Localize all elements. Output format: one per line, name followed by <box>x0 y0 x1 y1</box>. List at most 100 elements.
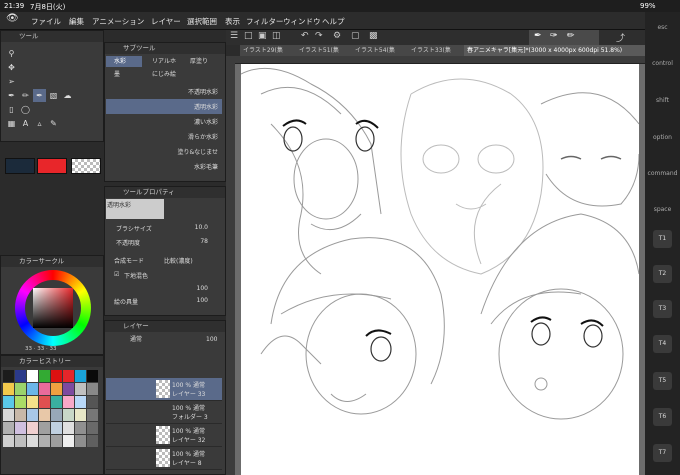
layer-row[interactable]: 100 % 通常 レイヤー 33 <box>106 378 222 401</box>
history-color-swatch[interactable] <box>27 409 38 421</box>
new-file-icon[interactable]: □ <box>244 31 253 41</box>
menu-layer[interactable]: レイヤー <box>151 16 181 27</box>
ruler-icon[interactable]: ✎ <box>47 117 60 130</box>
transform-icon[interactable]: ▢ <box>351 31 360 41</box>
key-command[interactable]: command <box>645 170 680 177</box>
history-color-swatch[interactable] <box>15 370 26 382</box>
subtool-tab-bleed[interactable]: にじみ絵 <box>144 69 190 80</box>
history-color-swatch[interactable] <box>27 370 38 382</box>
menu-selection[interactable]: 選択範囲 <box>187 16 217 27</box>
pencil-icon[interactable]: ✏ <box>567 31 575 41</box>
fill-tool-icon[interactable]: ▧ <box>47 89 60 102</box>
main-color-swatch[interactable] <box>37 158 67 174</box>
history-color-swatch[interactable] <box>75 435 86 447</box>
history-color-swatch[interactable] <box>15 409 26 421</box>
history-color-swatch[interactable] <box>63 435 74 447</box>
history-color-swatch[interactable] <box>39 396 50 408</box>
menu-help[interactable]: ヘルプ <box>322 16 345 27</box>
hue-ring[interactable] <box>15 270 91 346</box>
underlay-row[interactable]: ☑ 下地混色 <box>106 271 222 283</box>
menu-edit[interactable]: 編集 <box>69 16 84 27</box>
brush-size-row[interactable]: ブラシサイズ 10.0 <box>106 224 222 236</box>
history-color-swatch[interactable] <box>87 383 98 395</box>
underlay-checkbox[interactable]: ☑ <box>114 271 119 278</box>
airbrush-tool-icon[interactable]: ☁ <box>61 89 74 102</box>
history-color-swatch[interactable] <box>39 435 50 447</box>
history-color-swatch[interactable] <box>87 370 98 382</box>
key-option[interactable]: option <box>645 134 680 141</box>
history-color-swatch[interactable] <box>3 383 14 395</box>
history-color-swatch[interactable] <box>3 396 14 408</box>
hamburger-icon[interactable]: ☰ <box>230 31 238 41</box>
pen-icon[interactable]: ✒ <box>534 31 542 41</box>
eraser-icon[interactable]: ▯ <box>5 103 18 116</box>
history-color-swatch[interactable] <box>63 409 74 421</box>
underlay-value-row[interactable]: 100 <box>106 285 222 297</box>
history-color-swatch[interactable] <box>39 370 50 382</box>
menu-animation[interactable]: アニメーション <box>92 16 144 27</box>
history-color-swatch[interactable] <box>75 383 86 395</box>
history-color-swatch[interactable] <box>15 435 26 447</box>
tab-illust-54[interactable]: イラスト54(集 <box>352 45 411 56</box>
history-color-swatch[interactable] <box>27 435 38 447</box>
lasso-icon[interactable]: ◯ <box>19 103 32 116</box>
history-color-swatch[interactable] <box>3 409 14 421</box>
open-icon[interactable]: ▣ <box>258 31 267 41</box>
settings-icon[interactable]: ⚙ <box>333 31 341 41</box>
layer-blend-select[interactable]: 通常 <box>130 335 170 345</box>
menu-filter[interactable]: フィルター <box>246 16 283 27</box>
key-esc[interactable]: esc <box>645 24 680 31</box>
history-color-swatch[interactable] <box>39 383 50 395</box>
key-t3[interactable]: T3 <box>653 300 672 318</box>
app-logo-icon[interactable]: 👁 <box>6 13 19 24</box>
sub-color-swatch[interactable] <box>5 158 35 174</box>
layer-row[interactable]: 100 % 通常 レイヤー 8 <box>106 447 222 470</box>
key-shift[interactable]: shift <box>645 97 680 104</box>
brush-smooth-watercolor[interactable]: 滑らか水彩 <box>106 129 222 144</box>
key-t7[interactable]: T7 <box>653 444 672 462</box>
subtool-tab-watercolor[interactable]: 水彩 <box>106 56 142 67</box>
subtool-tab-real[interactable]: リアルホ <box>144 56 180 67</box>
saturation-value-square[interactable] <box>33 288 73 328</box>
brush-dark-watercolor[interactable]: 濃い水彩 <box>106 114 222 129</box>
brush-watercolor-bristle[interactable]: 水彩毛筆 <box>106 159 222 174</box>
history-color-swatch[interactable] <box>75 396 86 408</box>
brush-tool-icon[interactable]: ✒ <box>33 89 46 102</box>
history-color-swatch[interactable] <box>15 383 26 395</box>
paint-amount-row[interactable]: 絵の具量 100 <box>106 297 222 309</box>
history-color-swatch[interactable] <box>51 422 62 434</box>
history-color-swatch[interactable] <box>75 422 86 434</box>
history-color-swatch[interactable] <box>63 422 74 434</box>
menu-window[interactable]: ウィンドウ <box>283 16 321 27</box>
tab-illust-33[interactable]: イラスト33(集 <box>408 45 467 56</box>
key-t2[interactable]: T2 <box>653 265 672 283</box>
gradient-icon[interactable]: ▦ <box>5 117 18 130</box>
pencil-tool-icon[interactable]: ✏ <box>19 89 32 102</box>
text-icon[interactable]: A <box>19 117 32 130</box>
key-t6[interactable]: T6 <box>653 408 672 426</box>
zoom-icon[interactable]: ⚲ <box>5 47 18 60</box>
link-icon[interactable]: ⤴ <box>616 31 625 44</box>
history-color-swatch[interactable] <box>15 422 26 434</box>
opacity-row[interactable]: 不透明度 78 <box>106 238 222 250</box>
history-color-swatch[interactable] <box>27 396 38 408</box>
history-color-swatch[interactable] <box>27 422 38 434</box>
history-color-swatch[interactable] <box>51 396 62 408</box>
layer-opacity-value[interactable]: 100 <box>206 335 224 345</box>
key-t4[interactable]: T4 <box>653 335 672 353</box>
key-space[interactable]: space <box>645 206 680 213</box>
brush-transparent-watercolor[interactable]: 透明水彩 <box>106 99 222 114</box>
key-t5[interactable]: T5 <box>653 372 672 390</box>
history-color-swatch[interactable] <box>15 396 26 408</box>
menu-view[interactable]: 表示 <box>225 16 240 27</box>
history-color-swatch[interactable] <box>3 370 14 382</box>
subtool-tab-thick[interactable]: 厚塗り <box>182 56 222 67</box>
drawing-canvas[interactable] <box>241 64 639 475</box>
history-color-swatch[interactable] <box>87 422 98 434</box>
brush-opaque-watercolor[interactable]: 不透明水彩 <box>106 84 222 99</box>
history-color-swatch[interactable] <box>63 370 74 382</box>
history-color-swatch[interactable] <box>75 370 86 382</box>
history-color-swatch[interactable] <box>27 383 38 395</box>
pen-tool-icon[interactable]: ✒ <box>5 89 18 102</box>
history-color-swatch[interactable] <box>3 422 14 434</box>
